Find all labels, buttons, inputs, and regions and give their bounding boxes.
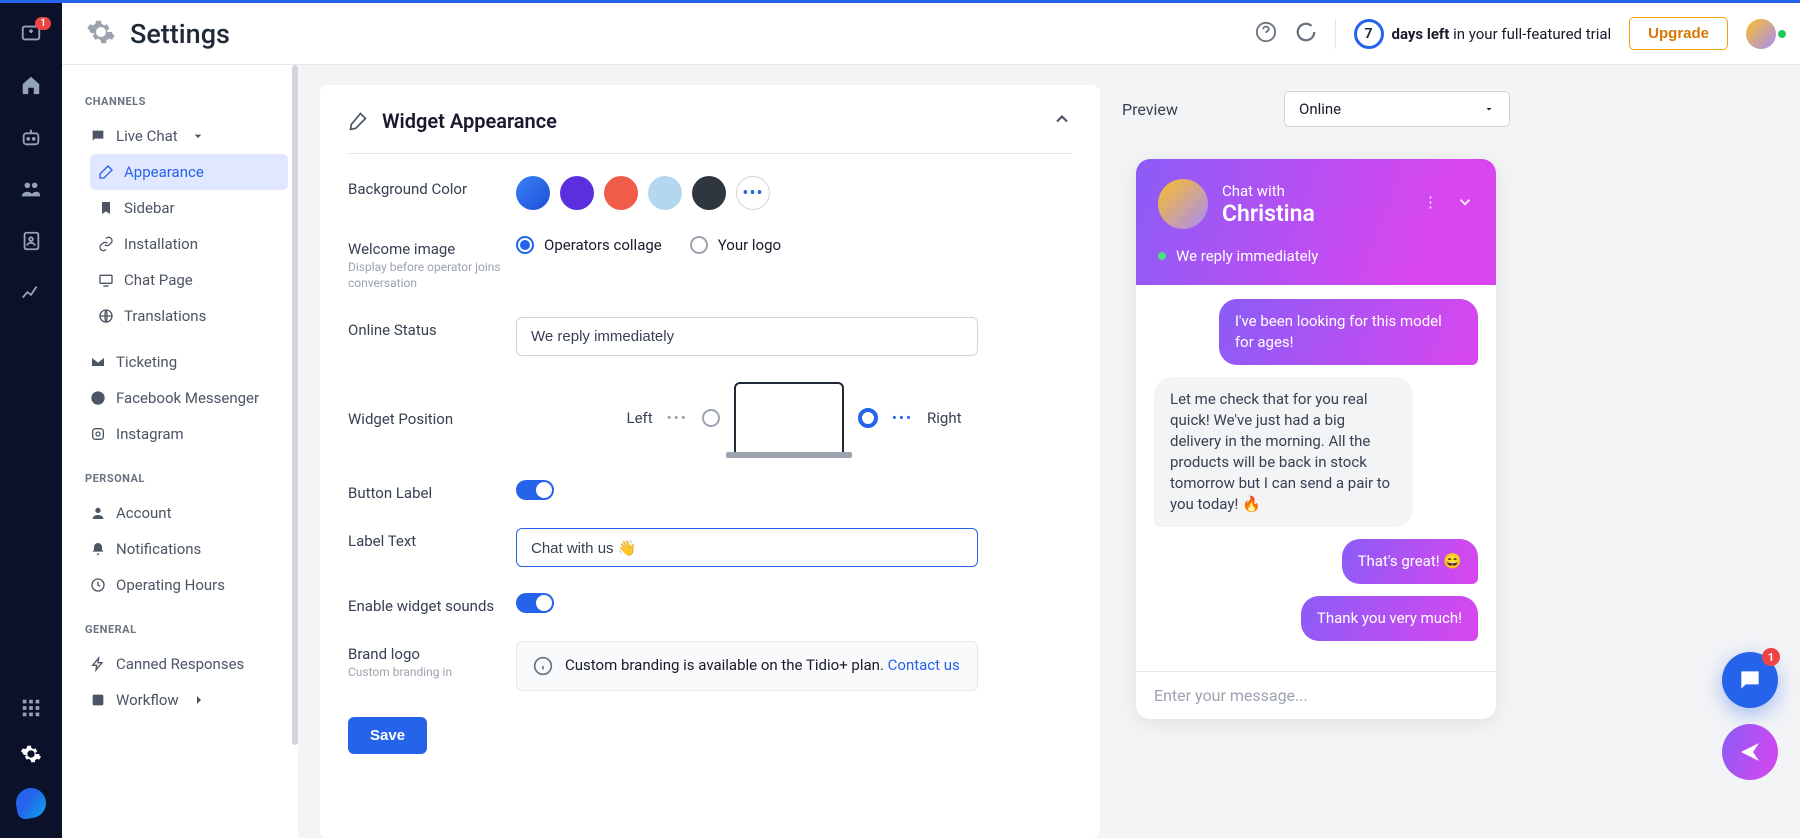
page-title: Settings (130, 18, 230, 50)
sidebar-item-appearance[interactable]: Appearance (90, 154, 288, 190)
widget-appearance-card: Widget Appearance Background Color ••• (320, 85, 1100, 838)
preview-state-select[interactable]: Online (1284, 91, 1510, 127)
button-label-label: Button Label (348, 480, 516, 502)
send-fab[interactable] (1722, 724, 1778, 780)
settings-icon[interactable] (19, 742, 43, 766)
sidebar-item-hours[interactable]: Operating Hours (82, 567, 288, 603)
status-dot (1778, 30, 1786, 38)
pos-right[interactable] (858, 408, 878, 428)
bg-color-label: Background Color (348, 176, 516, 198)
sounds-toggle[interactable] (516, 593, 554, 613)
sidebar-item-chatpage[interactable]: Chat Page (90, 262, 288, 298)
section-personal: PERSONAL (85, 472, 288, 485)
days-count: 7 (1354, 19, 1384, 49)
card-title: Widget Appearance (382, 109, 557, 133)
swatch-coral[interactable] (604, 176, 638, 210)
bot-icon[interactable] (19, 125, 43, 149)
upgrade-button[interactable]: Upgrade (1629, 17, 1728, 50)
msg-operator: Let me check that for you real quick! We… (1154, 377, 1413, 527)
radio-collage[interactable]: Operators collage (516, 236, 662, 254)
label-text-input[interactable] (516, 528, 978, 567)
msg-visitor: That's great! 😄 (1342, 539, 1478, 584)
welcome-label: Welcome image (348, 240, 516, 258)
gear-icon (86, 17, 116, 51)
label-text-label: Label Text (348, 528, 516, 550)
swatch-dark[interactable] (692, 176, 726, 210)
sounds-label: Enable widget sounds (348, 593, 516, 615)
sidebar-item-translations[interactable]: Translations (90, 298, 288, 334)
avatar[interactable] (1746, 19, 1776, 49)
sidebar-item-notifications[interactable]: Notifications (82, 531, 288, 567)
minimize-icon[interactable] (1456, 193, 1474, 215)
sidebar-item-account[interactable]: Account (82, 495, 288, 531)
section-general: GENERAL (85, 623, 288, 636)
operator-name: Christina (1222, 200, 1315, 227)
sidebar-item-workflow[interactable]: Workflow (82, 682, 288, 718)
radio-logo[interactable]: Your logo (690, 236, 781, 254)
fab-badge: 1 (1762, 648, 1780, 666)
save-button[interactable]: Save (348, 717, 427, 754)
addressbook-icon[interactable] (19, 229, 43, 253)
online-status-label: Online Status (348, 317, 516, 339)
contact-link[interactable]: Contact us (888, 656, 960, 674)
sidebar-item-sidebar[interactable]: Sidebar (90, 190, 288, 226)
button-label-toggle[interactable] (516, 480, 554, 500)
sidebar-item-canned[interactable]: Canned Responses (82, 646, 288, 682)
brush-icon (348, 111, 368, 131)
nav-rail: 1 (0, 3, 62, 838)
swatch-purple[interactable] (560, 176, 594, 210)
scrollbar[interactable] (292, 65, 298, 745)
welcome-sub: Display before operator joins conversati… (348, 260, 516, 291)
home-icon[interactable] (19, 73, 43, 97)
settings-sidebar: CHANNELS Live Chat Appearance Sidebar In… (62, 65, 298, 838)
inbox-icon[interactable]: 1 (19, 21, 43, 45)
swatch-light[interactable] (648, 176, 682, 210)
collapse-icon[interactable] (1052, 109, 1072, 133)
section-channels: CHANNELS (85, 95, 288, 108)
sidebar-item-instagram[interactable]: Instagram (82, 416, 288, 452)
msg-visitor: I've been looking for this model for age… (1219, 299, 1478, 365)
msg-visitor: Thank you very much! (1301, 596, 1478, 641)
refresh-icon[interactable] (1295, 21, 1317, 47)
brand-sub: Custom branding in (348, 665, 516, 681)
tidio-logo[interactable] (14, 786, 49, 821)
online-status-input[interactable] (516, 317, 978, 356)
trial-indicator: 7 days left in your full-featured trial (1354, 19, 1612, 49)
brand-info: Custom branding is available on the Tidi… (516, 641, 978, 691)
topbar: Settings 7 days left in your full-featur… (62, 3, 1800, 65)
sidebar-item-ticketing[interactable]: Ticketing (82, 344, 288, 380)
help-icon[interactable] (1255, 21, 1277, 47)
chat-widget-preview: Chat with Christina ⋮ We reply immediate… (1136, 159, 1496, 719)
chat-avatar (1158, 179, 1208, 229)
sidebar-item-installation[interactable]: Installation (90, 226, 288, 262)
more-icon[interactable]: ⋮ (1423, 193, 1438, 215)
brand-label: Brand logo (348, 645, 516, 663)
preview-panel: Preview Online Chat (1100, 85, 1532, 838)
laptop-icon (734, 382, 844, 454)
preview-title: Preview (1122, 100, 1178, 119)
sidebar-item-livechat[interactable]: Live Chat (82, 118, 288, 154)
info-icon (533, 656, 553, 676)
chat-fab[interactable]: 1 (1722, 652, 1778, 708)
swatch-blue[interactable] (516, 176, 550, 210)
sidebar-item-fb[interactable]: Facebook Messenger (82, 380, 288, 416)
swatch-more[interactable]: ••• (736, 176, 770, 210)
pos-left[interactable] (702, 409, 720, 427)
apps-icon[interactable] (19, 696, 43, 720)
widget-pos-label: Widget Position (348, 382, 516, 428)
contacts-icon[interactable] (19, 177, 43, 201)
color-swatches: ••• (516, 176, 1072, 210)
inbox-badge: 1 (35, 17, 51, 30)
chat-input[interactable]: Enter your message... (1136, 671, 1496, 719)
analytics-icon[interactable] (19, 281, 43, 305)
